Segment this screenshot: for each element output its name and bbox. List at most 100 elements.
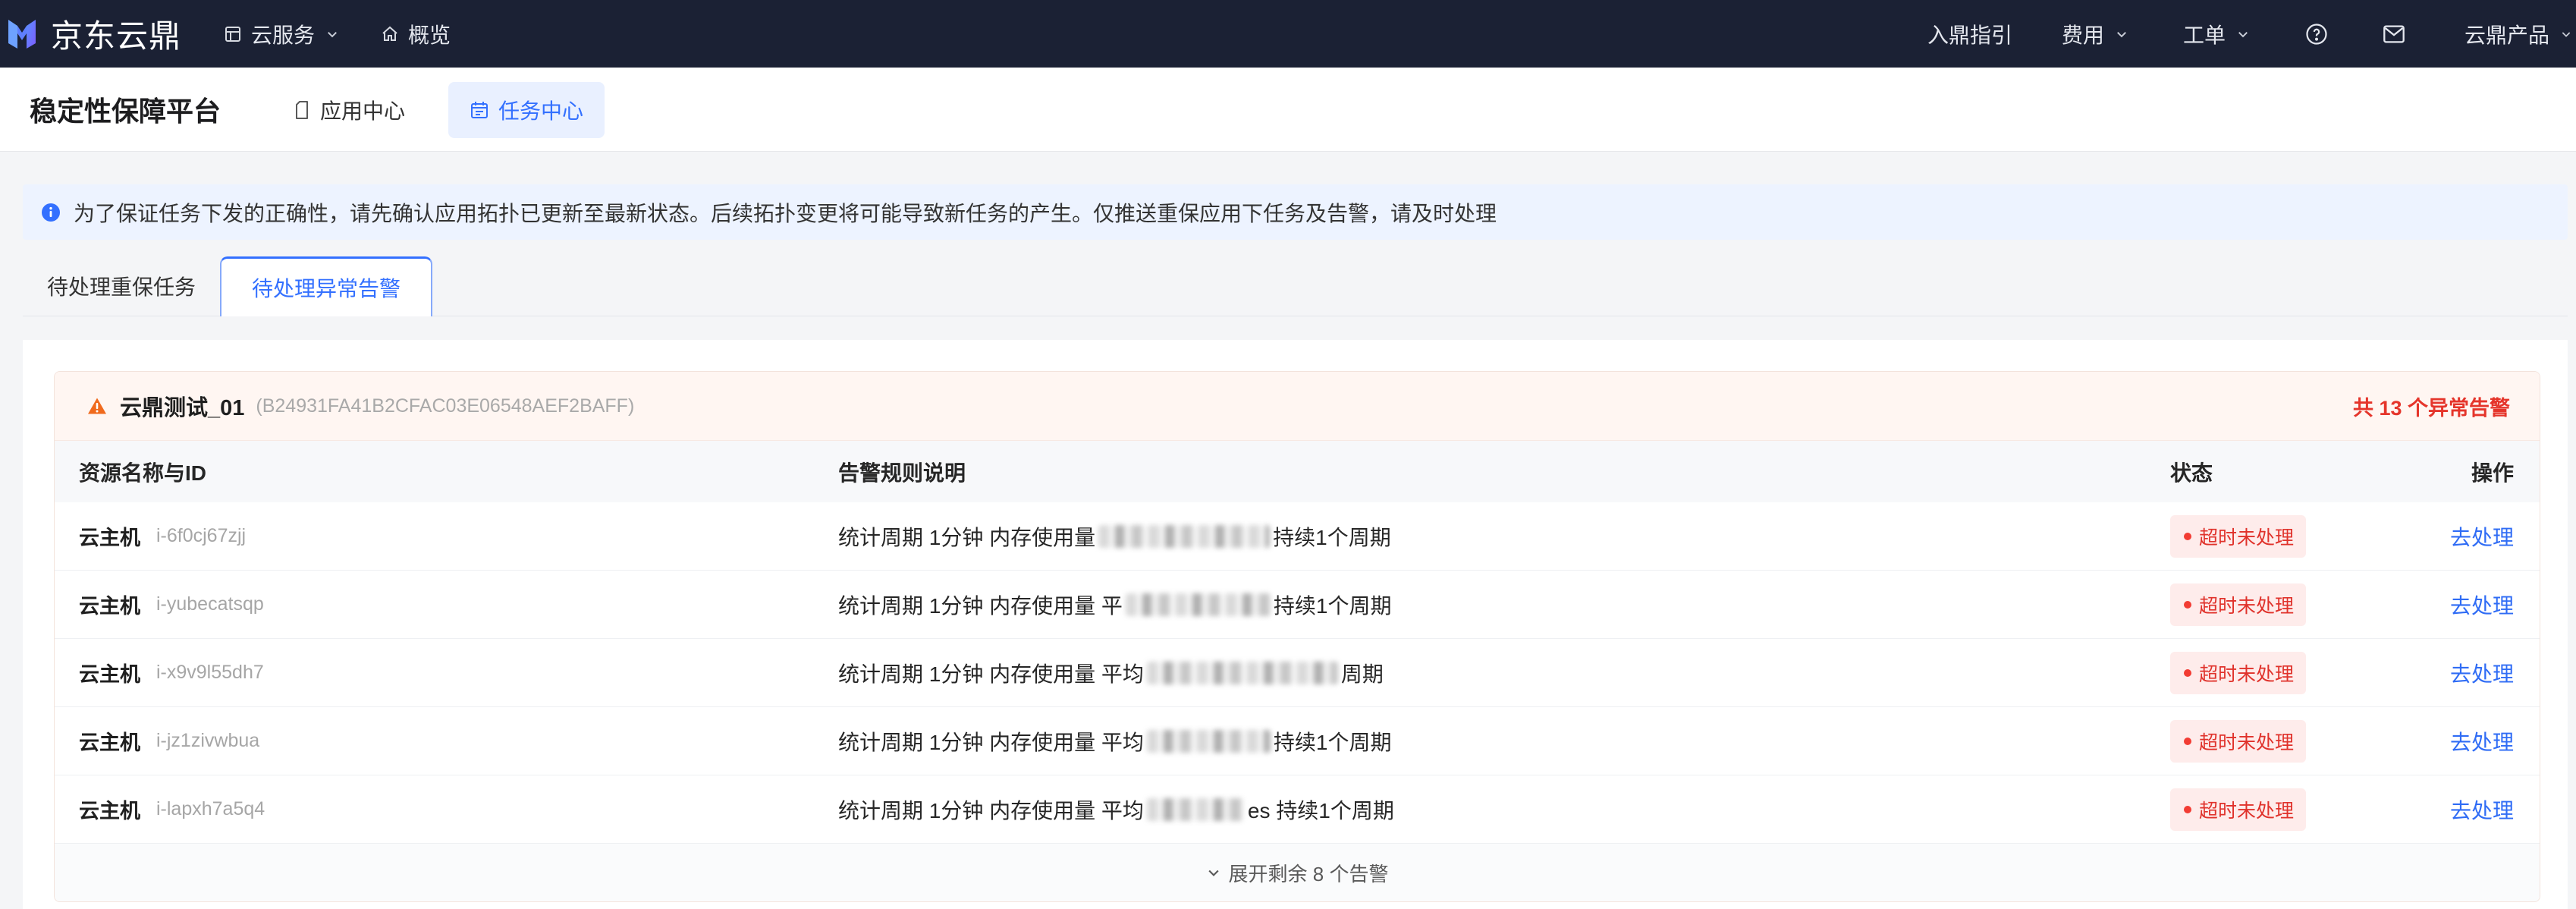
chevron-down-icon [1208,870,1219,876]
handle-alert-link[interactable]: 去处理 [2450,799,2514,823]
help-button[interactable] [2305,0,2328,68]
rule-cell: 统计周期 1分钟 内存使用量 持续1个周期 [838,521,2170,552]
resource-type: 云主机 [79,663,140,686]
chevron-down-icon [328,31,337,37]
status-badge: 超时未处理 [2170,719,2307,763]
status-cell: 超时未处理 [2170,583,2450,626]
status-text: 超时未处理 [2199,663,2295,685]
application-id: (B24931FA41B2CFAC03E06548AEF2BAFF) [256,395,635,417]
resource-id: i-x9v9l55dh7 [156,662,264,683]
resource-id: i-jz1zivwbua [156,730,260,751]
tab-pending-alerts[interactable]: 待处理异常告警 [220,256,432,316]
column-header-resource: 资源名称与ID [79,461,207,485]
brand-logo[interactable] [7,0,37,68]
resource-id: i-6f0cj67zjj [156,525,247,546]
rule-cell: 统计周期 1分钟 内存使用量 平 持续1个周期 [838,590,2170,620]
resource-cell: 云主机 i-x9v9l55dh7 [79,658,838,687]
rule-cell: 统计周期 1分钟 内存使用量 平均 es 持续1个周期 [838,794,2170,825]
home-icon [382,26,397,41]
status-cell: 超时未处理 [2170,788,2450,831]
tab-app-center[interactable]: 应用中心 [272,82,426,138]
tab-task-center[interactable]: 任务中心 [448,82,605,138]
redacted-blur [1125,593,1271,616]
action-cell: 去处理 [2450,794,2514,825]
nav-menu-label: 工单 [2183,23,2226,47]
brand-name[interactable]: 京东云鼎 [51,0,181,68]
resource-type: 云主机 [79,527,140,549]
nav-menu-label: 云服务 [251,23,316,47]
info-notice: 为了保证任务下发的正确性，请先确认应用拓扑已更新至最新状态。后续拓扑变更将可能导… [23,184,2568,240]
status-dot [2184,532,2191,540]
rule-cell: 统计周期 1分钟 内存使用量 平均 周期 [838,658,2170,688]
handle-alert-link[interactable]: 去处理 [2450,731,2514,754]
redacted-blur [1146,729,1271,753]
action-cell: 去处理 [2450,726,2514,756]
redacted-blur [1098,524,1271,548]
table-row: 云主机 i-lapxh7a5q4 统计周期 1分钟 内存使用量 平均 es 持续… [55,775,2540,844]
handle-alert-link[interactable]: 去处理 [2450,526,2514,549]
rule-text-suffix: 持续1个周期 [1273,593,1392,618]
table-header: 资源名称与ID 告警规则说明 状态 操作 [55,441,2540,502]
expand-label: 展开剩余 8 个告警 [1228,862,1389,885]
column-header-action: 操作 [2471,461,2514,485]
resource-cell: 云主机 i-yubecatsqp [79,590,838,619]
resource-type: 云主机 [79,595,140,618]
status-cell: 超时未处理 [2170,651,2450,694]
tab-label: 应用中心 [320,99,406,123]
chevron-down-icon [2562,31,2571,37]
redacted-blur [1146,797,1245,821]
column-header-status: 状态 [2170,461,2213,485]
table-row: 云主机 i-jz1zivwbua 统计周期 1分钟 内存使用量 平均 持续1个周… [55,707,2540,775]
resource-id: i-lapxh7a5q4 [156,798,265,819]
platform-header: 稳定性保障平台 应用中心 任务中心 [0,68,2576,152]
status-dot [2184,805,2191,813]
nav-menu-label: 费用 [2062,23,2105,47]
status-text: 超时未处理 [2199,595,2295,617]
grid-icon [225,26,240,42]
chevron-down-icon [2117,31,2126,37]
action-cell: 去处理 [2450,521,2514,552]
action-cell: 去处理 [2450,590,2514,620]
rule-text-suffix: 周期 [1340,662,1384,686]
status-badge: 超时未处理 [2170,788,2307,831]
notice-text: 为了保证任务下发的正确性，请先确认应用拓扑已更新至最新状态。后续拓扑变更将可能导… [74,201,1497,225]
resource-cell: 云主机 i-6f0cj67zjj [79,521,838,551]
mail-icon [2383,24,2405,43]
alert-count: 共 13 个异常告警 [2352,396,2510,420]
nav-menu-ticket[interactable]: 工单 [2183,0,2250,68]
nav-menu-overview[interactable]: 概览 [381,0,451,68]
nav-menu-cloud-services[interactable]: 云服务 [224,0,339,68]
handle-alert-link[interactable]: 去处理 [2450,662,2514,686]
nav-menu-label: 概览 [408,23,451,47]
page-title: 稳定性保障平台 [30,96,221,127]
expand-more-button[interactable]: 展开剩余 8 个告警 [55,844,2540,901]
application-name: 云鼎测试_01 [120,396,245,420]
redacted-blur [1146,661,1338,684]
nav-menu-fee[interactable]: 费用 [2062,0,2128,68]
table-row: 云主机 i-6f0cj67zjj 统计周期 1分钟 内存使用量 持续1个周期 超… [55,502,2540,571]
messages-button[interactable] [2383,0,2405,68]
task-tabs: 待处理重保任务 待处理异常告警 [23,256,2568,316]
status-text: 超时未处理 [2199,527,2295,549]
alert-group-header: 云鼎测试_01 (B24931FA41B2CFAC03E06548AEF2BAF… [55,372,2540,441]
rule-text-prefix: 统计周期 1分钟 内存使用量 平均 [838,798,1144,823]
status-badge: 超时未处理 [2170,583,2307,626]
alert-group-card: 云鼎测试_01 (B24931FA41B2CFAC03E06548AEF2BAF… [54,371,2540,902]
handle-alert-link[interactable]: 去处理 [2450,594,2514,618]
rule-text-prefix: 统计周期 1分钟 内存使用量 平均 [838,662,1144,686]
action-cell: 去处理 [2450,658,2514,688]
tab-pending-tasks[interactable]: 待处理重保任务 [23,256,220,316]
document-icon [296,101,308,119]
resource-id: i-yubecatsqp [156,593,264,615]
top-navbar: 京东云鼎 云服务 概览 入鼎指引 费用 工单 云鼎产品 [0,0,2576,68]
rule-text-prefix: 统计周期 1分钟 内存使用量 [838,525,1096,549]
table-row: 云主机 i-yubecatsqp 统计周期 1分钟 内存使用量 平 持续1个周期… [55,571,2540,639]
nav-link-guide[interactable]: 入鼎指引 [1927,0,2012,68]
resource-type: 云主机 [79,800,140,823]
info-icon [42,203,60,222]
status-cell: 超时未处理 [2170,514,2450,558]
status-dot [2184,737,2191,745]
nav-menu-products[interactable]: 云鼎产品 [2464,0,2572,68]
rule-text-prefix: 统计周期 1分钟 内存使用量 平均 [838,730,1144,754]
content-panel: 云鼎测试_01 (B24931FA41B2CFAC03E06548AEF2BAF… [23,340,2568,909]
